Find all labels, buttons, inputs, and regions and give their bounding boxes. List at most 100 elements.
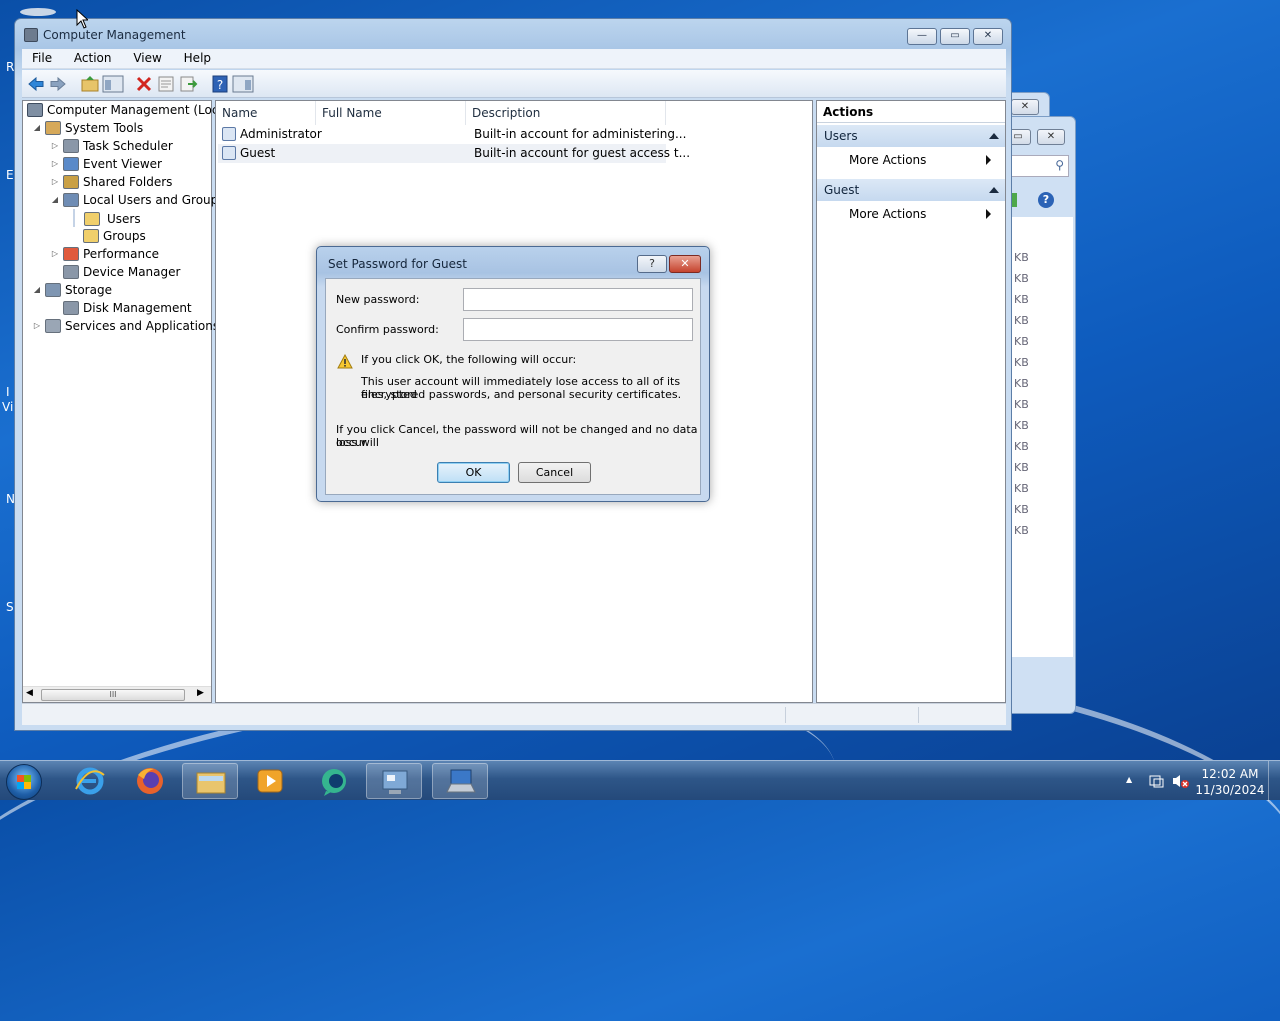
menu-file[interactable]: File [22, 49, 60, 65]
expander-icon[interactable]: ▷ [50, 155, 60, 173]
tree-item-label: Event Viewer [83, 157, 162, 171]
tree-item-label: Users [107, 212, 141, 226]
actions-pane: Actions Users More Actions Guest More Ac… [816, 100, 1006, 703]
show-hide-action-pane-icon[interactable] [232, 74, 254, 94]
cell-description: Built-in account for administering... [474, 127, 687, 141]
close-button[interactable]: ✕ [973, 28, 1003, 45]
forward-icon[interactable] [48, 74, 68, 94]
minimize-button[interactable]: — [907, 28, 937, 45]
properties-icon[interactable] [156, 74, 176, 94]
scroll-thumb[interactable]: III [41, 689, 185, 701]
collapse-icon[interactable] [989, 133, 999, 139]
action-label: More Actions [849, 153, 927, 167]
cell-name: Administrator [240, 127, 322, 141]
table-row[interactable]: Guest Built-in account for guest access t… [218, 144, 690, 163]
dialog-close-button[interactable]: ✕ [669, 255, 701, 273]
tree-item-label: Local Users and Groups [83, 193, 225, 207]
expander-icon[interactable]: ▷ [50, 173, 60, 191]
search-field[interactable]: ⚲ [1005, 155, 1069, 177]
delete-icon[interactable] [134, 74, 154, 94]
start-button[interactable] [6, 764, 42, 800]
cancel-note-line1: If you click Cancel, the password will n… [336, 423, 698, 449]
export-list-icon[interactable] [178, 74, 198, 94]
dialog-help-button[interactable]: ? [637, 255, 667, 273]
show-hidden-icons-button[interactable]: ▲ [1126, 775, 1132, 784]
taskbar-internet-explorer[interactable] [62, 763, 118, 799]
tree-item-label: System Tools [65, 121, 144, 135]
actions-section-guest[interactable]: Guest [817, 179, 1005, 201]
back-icon[interactable] [26, 74, 46, 94]
expander-icon[interactable]: ◢ [32, 119, 42, 137]
taskbar-file-explorer[interactable] [182, 763, 238, 799]
desktop-icon-top[interactable] [20, 8, 56, 16]
taskbar: ▲ 12:02 AM 11/30/2024 [0, 760, 1280, 801]
taskbar-network-app[interactable] [432, 763, 488, 799]
title-bar[interactable]: Computer Management — ▭ ✕ [15, 19, 1011, 53]
expander-icon[interactable]: ▷ [50, 245, 60, 263]
dialog-title: Set Password for Guest [328, 257, 467, 271]
size-unit-label: KB [1014, 440, 1029, 453]
action-center-icon[interactable] [1148, 773, 1164, 789]
users-more-actions[interactable]: More Actions [849, 149, 999, 171]
tree-node-icon [45, 121, 61, 135]
guest-more-actions[interactable]: More Actions [849, 203, 999, 225]
network-computer-icon [446, 769, 476, 793]
scroll-left-arrow[interactable]: ◀ [26, 688, 33, 698]
new-password-field[interactable] [463, 288, 693, 311]
ok-button[interactable]: OK [437, 462, 510, 483]
windows-logo-icon-lower [17, 782, 31, 789]
confirm-password-field[interactable] [463, 318, 693, 341]
desktop-label-fragment: I [6, 385, 10, 399]
expander-icon[interactable]: ◢ [32, 281, 42, 299]
actions-title: Actions [817, 101, 1005, 123]
tree-horizontal-scrollbar[interactable]: ◀ III ▶ [23, 686, 211, 702]
expander-icon[interactable]: ▷ [32, 317, 42, 335]
close-icon[interactable]: ✕ [1011, 99, 1039, 115]
taskbar-firefox[interactable] [122, 763, 178, 799]
tree-node-icon [63, 157, 79, 171]
size-unit-label: KB [1014, 314, 1029, 327]
collapse-icon[interactable] [989, 187, 999, 193]
show-hide-tree-icon[interactable] [102, 74, 124, 94]
toolbar: ? [22, 70, 1006, 98]
tree-node-icon [45, 319, 61, 333]
close-icon[interactable]: ✕ [1037, 129, 1065, 145]
menu-view[interactable]: View [123, 49, 169, 65]
maximize-button[interactable]: ▭ [940, 28, 970, 45]
scroll-right-arrow[interactable]: ▶ [197, 688, 204, 698]
size-unit-label: KB [1014, 419, 1029, 432]
cancel-button[interactable]: Cancel [518, 462, 591, 483]
media-player-icon [257, 769, 283, 793]
menu-action[interactable]: Action [64, 49, 120, 65]
expander-icon[interactable]: ◢ [50, 191, 60, 209]
help-icon[interactable]: ? [210, 74, 230, 94]
column-header-name[interactable]: Name [216, 101, 316, 125]
clock-time: 12:02 AM [1201, 767, 1259, 781]
warning-detail-line2: files, stored passwords, and personal se… [361, 388, 682, 401]
column-header-full-name[interactable]: Full Name [316, 101, 466, 125]
tree-item-users[interactable]: Users [73, 209, 141, 227]
computer-management-icon [24, 28, 38, 42]
volume-muted-icon[interactable] [1172, 773, 1190, 789]
section-label: Users [824, 129, 858, 143]
help-icon[interactable]: ? [1038, 192, 1054, 208]
warning-heading: If you click OK, the following will occu… [361, 353, 577, 366]
tree-node-icon [63, 193, 79, 207]
taskbar-computer-management[interactable] [366, 763, 422, 799]
confirm-password-label: Confirm password: [336, 323, 439, 336]
taskbar-media-player[interactable] [242, 763, 298, 799]
desktop-label-fragment: S [6, 600, 14, 614]
tree-item-label: Computer Management (Local [47, 103, 230, 117]
actions-section-users[interactable]: Users [817, 125, 1005, 147]
taskbar-clock[interactable]: 12:02 AM 11/30/2024 [1194, 766, 1266, 798]
column-header-description[interactable]: Description [466, 101, 666, 125]
desktop-label-fragment: E [6, 168, 14, 182]
tree-node-icon [63, 301, 79, 315]
show-desktop-button[interactable] [1268, 761, 1280, 801]
table-row[interactable]: Administrator Built-in account for admini… [218, 125, 686, 144]
expander-icon[interactable]: ▷ [50, 137, 60, 155]
menu-help[interactable]: Help [174, 49, 219, 65]
cell-name: Guest [240, 146, 276, 160]
up-folder-icon[interactable] [80, 74, 100, 94]
taskbar-chat-app[interactable] [306, 763, 362, 799]
